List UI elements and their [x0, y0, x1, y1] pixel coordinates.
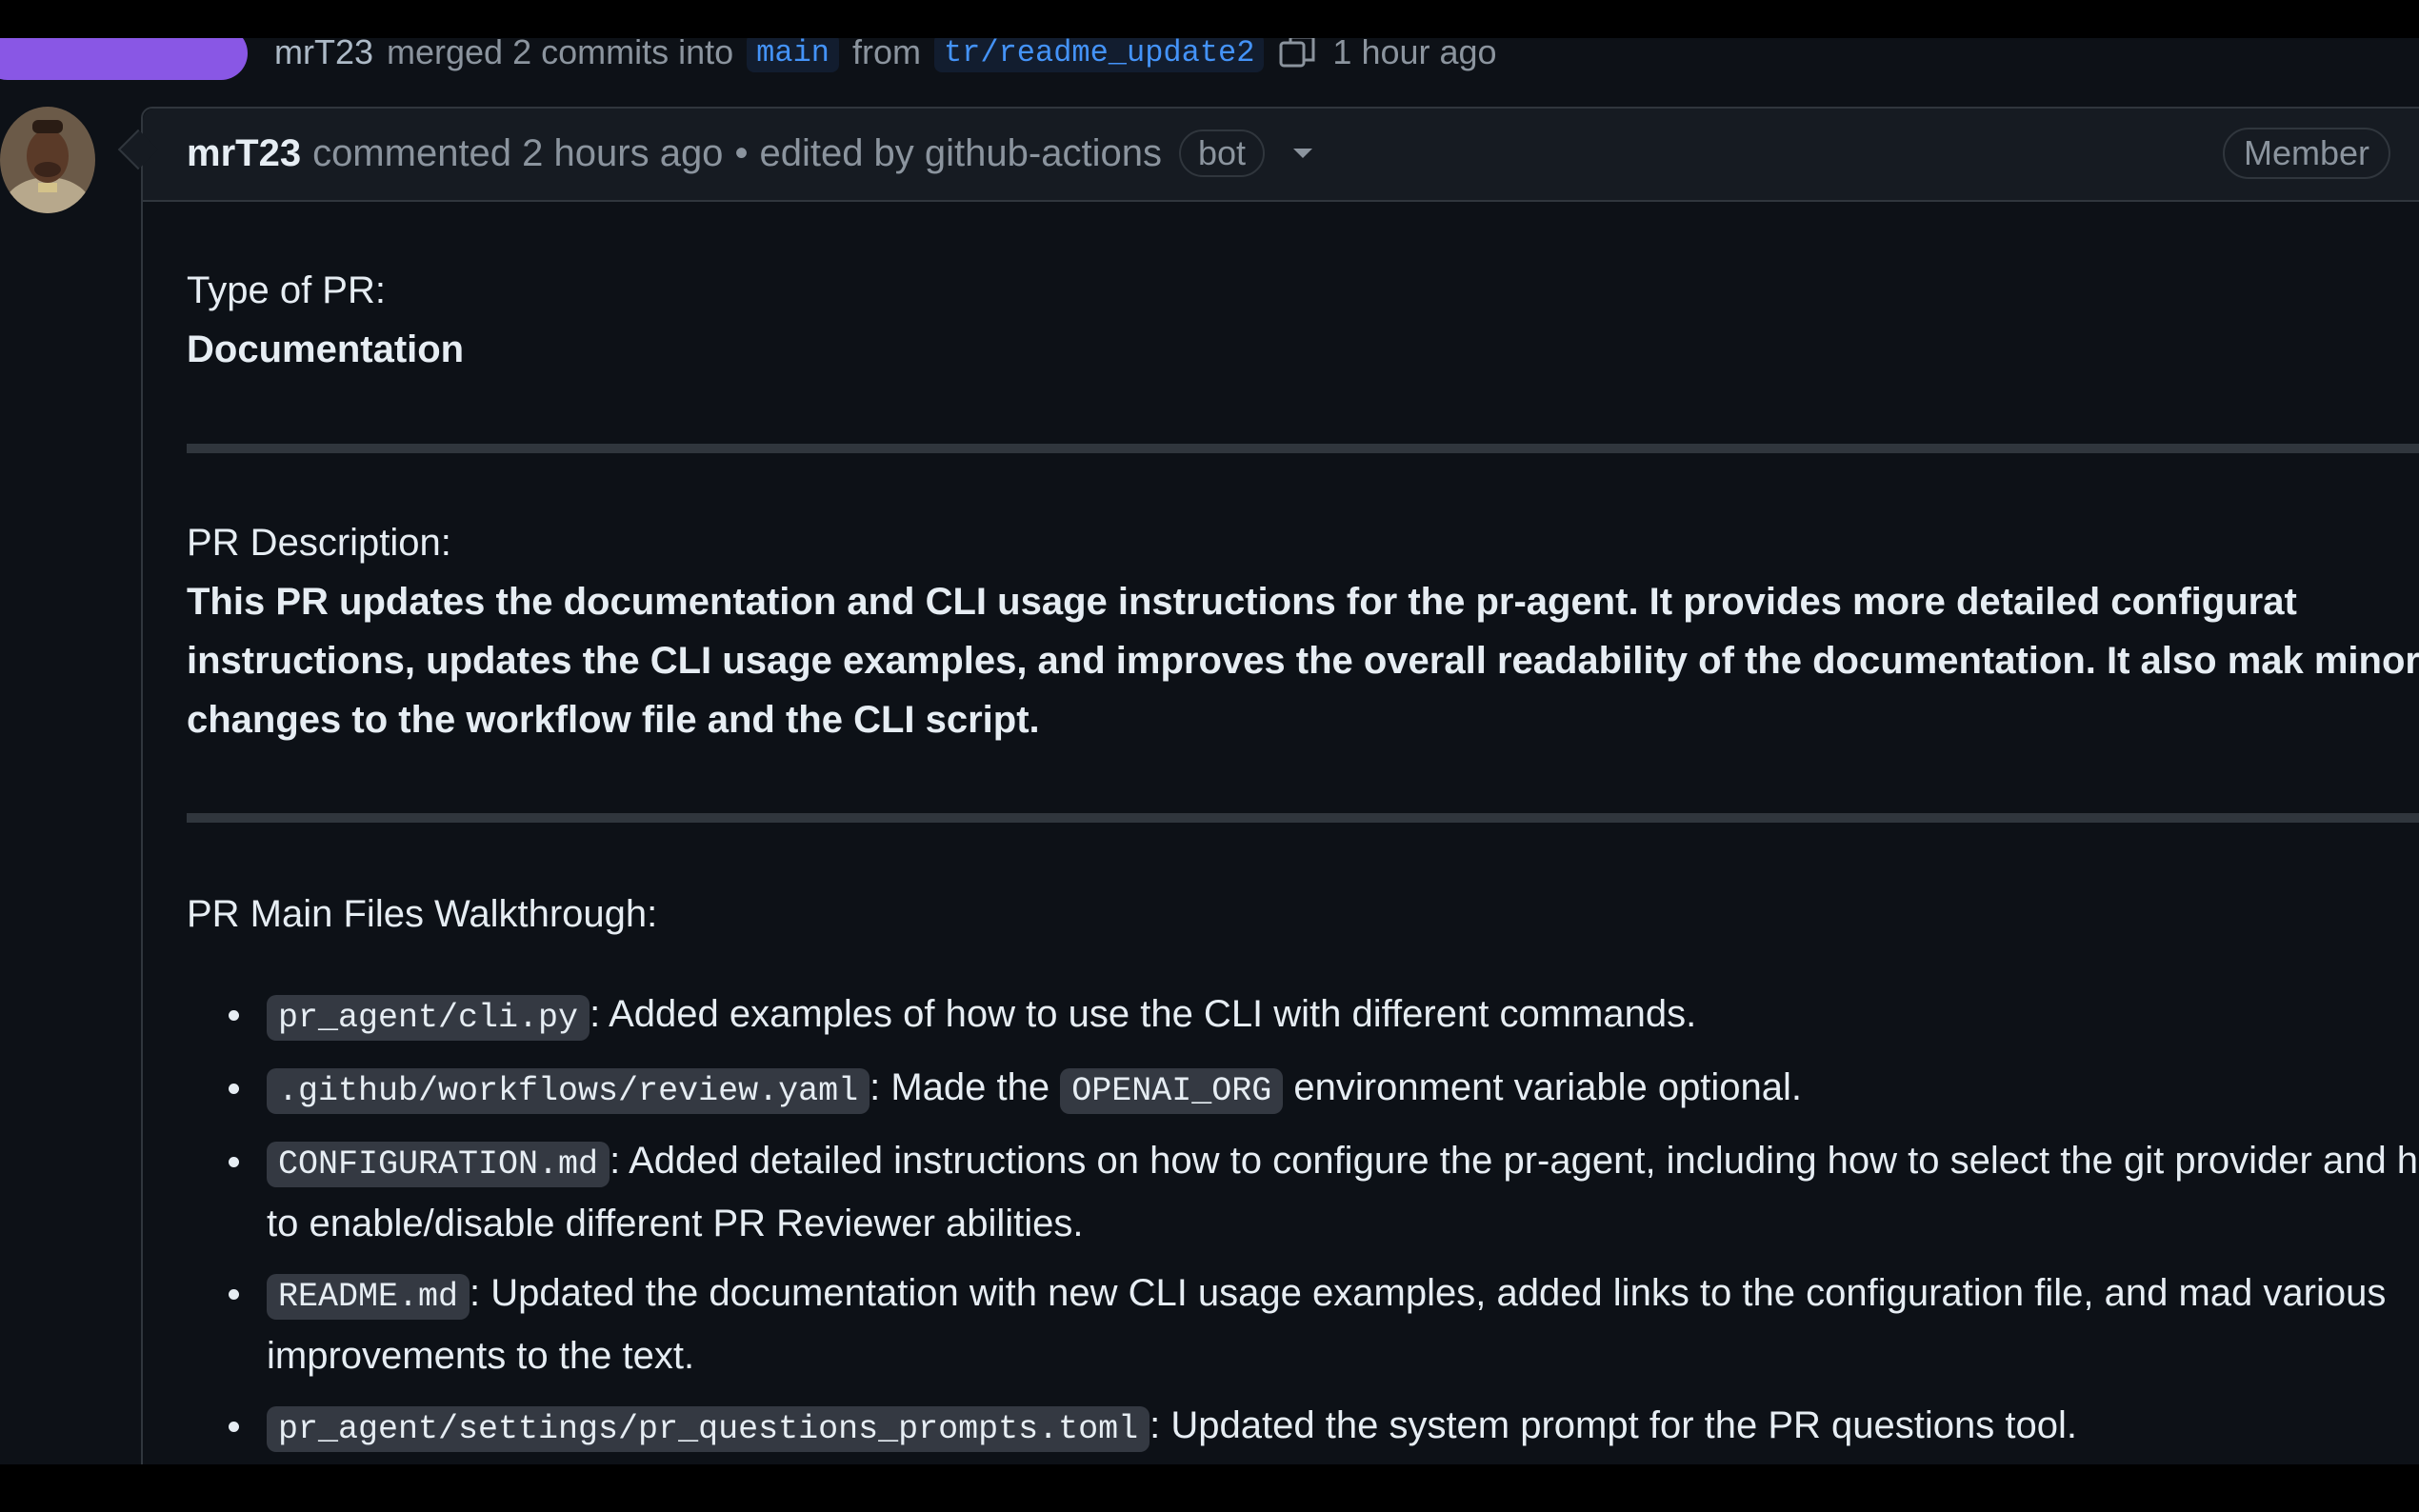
file-summary: : Updated the documentation with new CLI… [267, 1272, 2387, 1377]
type-label: Type of PR: [187, 269, 386, 311]
list-item: README.md: Updated the documentation wit… [187, 1263, 2419, 1385]
merge-from-word: from [851, 32, 921, 71]
list-item: CONFIGURATION.md: Added detailed instruc… [187, 1131, 2419, 1253]
comment-body: Type of PR: Documentation PR Description… [187, 261, 2419, 1469]
merge-event-text: mrT23 merged 2 commits into main from tr… [274, 32, 1497, 72]
file-path: README.md [267, 1274, 470, 1320]
screen: mrT23 merged 2 commits into main from tr… [0, 0, 2419, 1512]
comment-header: mrT23 commented 2 hours ago • edited by … [143, 109, 2419, 202]
merge-action: merged 2 commits into [387, 32, 734, 71]
list-item: pr_agent/settings/pr_questions_prompts.t… [187, 1396, 2419, 1459]
files-list: pr_agent/cli.py: Added examples of how t… [187, 985, 2419, 1459]
merge-time[interactable]: 1 hour ago [1332, 32, 1496, 72]
env-var-code: OPENAI_ORG [1060, 1068, 1284, 1114]
head-branch-link[interactable]: tr/readme_update2 [933, 32, 1265, 72]
list-item: pr_agent/cli.py: Added examples of how t… [187, 985, 2419, 1047]
divider [187, 444, 2419, 453]
file-summary: : Added examples of how to use the CLI w… [590, 993, 1697, 1035]
description-text: This PR updates the documentation and CL… [187, 581, 2419, 741]
file-path: pr_agent/cli.py [267, 995, 590, 1041]
walkthrough-label: PR Main Files Walkthrough: [187, 893, 658, 935]
avatar-image [0, 107, 95, 213]
copy-icon[interactable] [1277, 33, 1319, 71]
letterbox-bottom [0, 1464, 2419, 1512]
file-path: pr_agent/settings/pr_questions_prompts.t… [267, 1406, 1150, 1452]
bot-badge: bot [1178, 129, 1265, 177]
type-value: Documentation [187, 328, 465, 370]
file-path: .github/workflows/review.yaml [267, 1068, 870, 1114]
list-item: .github/workflows/review.yaml: Made the … [187, 1058, 2419, 1121]
file-path: CONFIGURATION.md [267, 1142, 610, 1187]
divider [187, 813, 2419, 823]
letterbox-top [0, 0, 2419, 38]
comment-author[interactable]: mrT23 [187, 132, 301, 175]
description-label: PR Description: [187, 522, 451, 564]
base-branch-link[interactable]: main [747, 32, 839, 72]
file-summary: : Updated the system prompt for the PR q… [1150, 1404, 2077, 1446]
comment-meta[interactable]: commented 2 hours ago [312, 132, 723, 175]
file-summary: : Made the [870, 1066, 1061, 1108]
avatar[interactable] [0, 107, 95, 213]
edited-by[interactable]: edited by github-actions [759, 132, 1162, 175]
meta-separator: • [734, 131, 749, 174]
comment-header-text: mrT23 commented 2 hours ago • edited by … [187, 129, 1312, 177]
merge-actor[interactable]: mrT23 [274, 32, 373, 72]
member-badge: Member [2223, 128, 2391, 179]
caret-down-icon[interactable] [1293, 149, 1312, 158]
file-summary-continued: environment variable optional. [1283, 1066, 1803, 1108]
comment-box: mrT23 commented 2 hours ago • edited by … [141, 107, 2419, 1512]
